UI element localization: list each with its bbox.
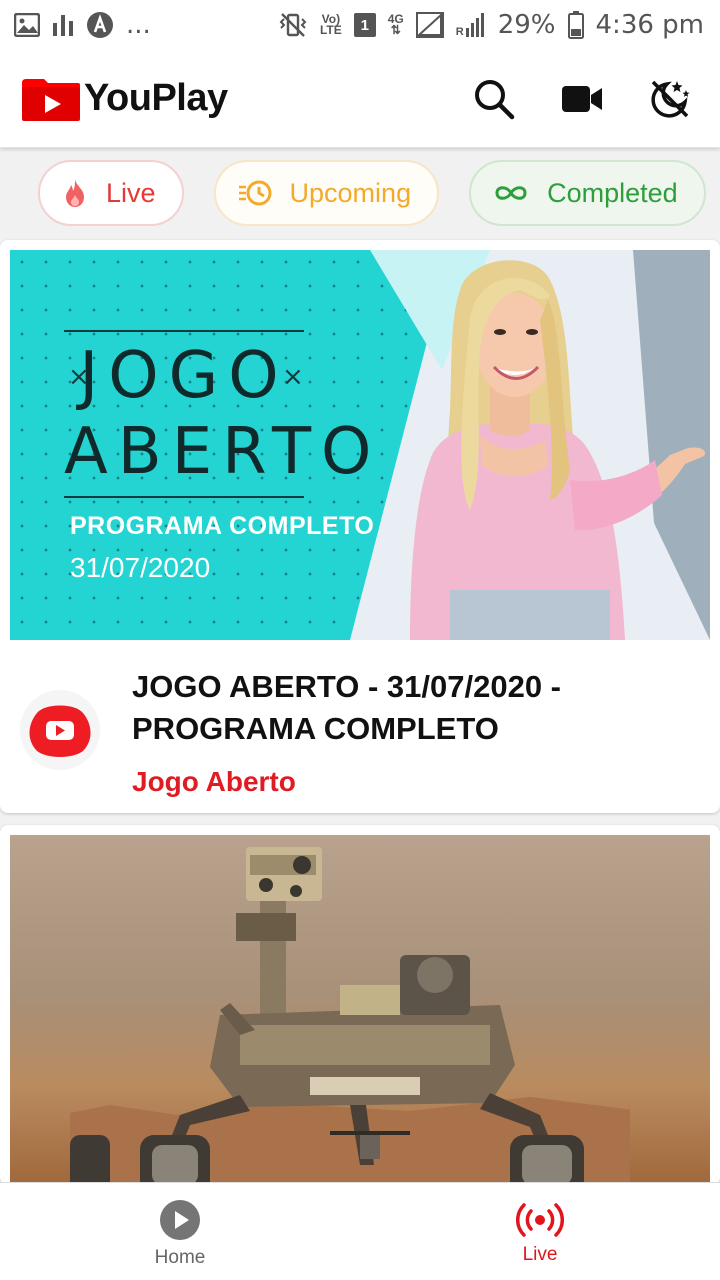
more-notifications-text: ...: [126, 10, 151, 40]
app-notification-icon: [87, 12, 113, 38]
signal-bars-icon: [465, 13, 484, 37]
presenter-image: [410, 260, 706, 640]
thumbnail-rule-bottom: [64, 496, 304, 498]
video-card[interactable]: [0, 825, 720, 1185]
app-bar-actions: [472, 77, 700, 121]
nav-home[interactable]: Home: [0, 1183, 360, 1280]
nav-live[interactable]: Live: [360, 1183, 720, 1280]
video-thumbnail[interactable]: [10, 835, 710, 1185]
clock: 4:36 pm: [595, 10, 704, 40]
status-right: Vo) LTE 1 4G ⇅ R 29% 4:36 pm: [278, 10, 704, 40]
play-circle-icon: [160, 1199, 200, 1240]
nav-live-label: Live: [522, 1243, 558, 1265]
video-camera-icon: [562, 85, 602, 112]
chip-completed-label: Completed: [547, 177, 678, 208]
chip-upcoming[interactable]: Upcoming: [213, 160, 440, 226]
filter-chips: Live Upcoming Completed: [0, 150, 720, 236]
video-camera-button[interactable]: [560, 77, 604, 121]
video-card[interactable]: × JOGO × ABERTO PROGRAMA COMPLETO 31/07/…: [0, 240, 720, 813]
data-arrows-icon: ⇅: [390, 23, 401, 37]
search-button[interactable]: [472, 77, 516, 121]
bottom-navigation: Home Live: [0, 1182, 720, 1280]
chip-live-label: Live: [106, 177, 156, 208]
app-logo-icon[interactable]: [20, 75, 82, 123]
chip-live[interactable]: Live: [38, 160, 184, 226]
signal-sim2: R: [456, 12, 486, 38]
battery-percent: 29%: [497, 10, 556, 40]
chip-upcoming-label: Upcoming: [289, 177, 412, 208]
video-thumbnail[interactable]: × JOGO × ABERTO PROGRAMA COMPLETO 31/07/…: [10, 250, 710, 640]
app-screen: ... Vo) LTE 1 4G ⇅ R 29% 4:36 pm YouPlay…: [0, 0, 720, 1280]
vibrate-mute-icon: [279, 13, 307, 37]
thumbnail-title-line1: JOGO: [79, 339, 289, 413]
video-title[interactable]: JOGO ABERTO - 31/07/2020 - PROGRAMA COMP…: [132, 666, 672, 750]
sim-slot-badge: 1: [353, 13, 376, 37]
battery-icon: [567, 11, 584, 39]
signal-sim1-icon: [415, 12, 444, 38]
equalizer-icon: [53, 15, 73, 36]
rover-image: [70, 847, 630, 1185]
live-broadcast-icon: [516, 1202, 564, 1237]
status-bar: ... Vo) LTE 1 4G ⇅ R 29% 4:36 pm: [0, 0, 720, 50]
channel-name[interactable]: Jogo Aberto: [132, 766, 296, 798]
status-left: ...: [14, 10, 151, 40]
thumbnail-title-line2: ABERTO: [64, 415, 382, 489]
youtube-logo-icon: [29, 705, 91, 757]
history-icon: [238, 180, 272, 206]
app-bar: YouPlay: [0, 50, 720, 148]
thumbnail-cross-right: ×: [282, 362, 304, 392]
lte-text: LTE: [319, 23, 342, 37]
roaming-text: R: [455, 26, 464, 38]
nav-home-label: Home: [154, 1246, 206, 1268]
app-title: YouPlay: [84, 77, 228, 119]
thumbnail-subtitle: PROGRAMA COMPLETO: [70, 512, 375, 540]
volte-indicator: Vo) LTE: [319, 13, 342, 37]
night-mode-icon: [651, 80, 690, 118]
thumbnail-rule-top: [64, 330, 304, 332]
image-notification-icon: [14, 13, 40, 37]
thumbnail-date: 31/07/2020: [70, 552, 211, 583]
infinity-icon: [495, 186, 527, 200]
network-type: 4G ⇅: [388, 13, 404, 37]
theme-toggle-button[interactable]: [648, 77, 692, 121]
channel-avatar[interactable]: [20, 690, 100, 770]
video-meta: JOGO ABERTO - 31/07/2020 - PROGRAMA COMP…: [0, 640, 720, 813]
search-icon: [475, 79, 515, 119]
chip-completed[interactable]: Completed: [469, 160, 706, 226]
fire-icon: [66, 179, 84, 207]
